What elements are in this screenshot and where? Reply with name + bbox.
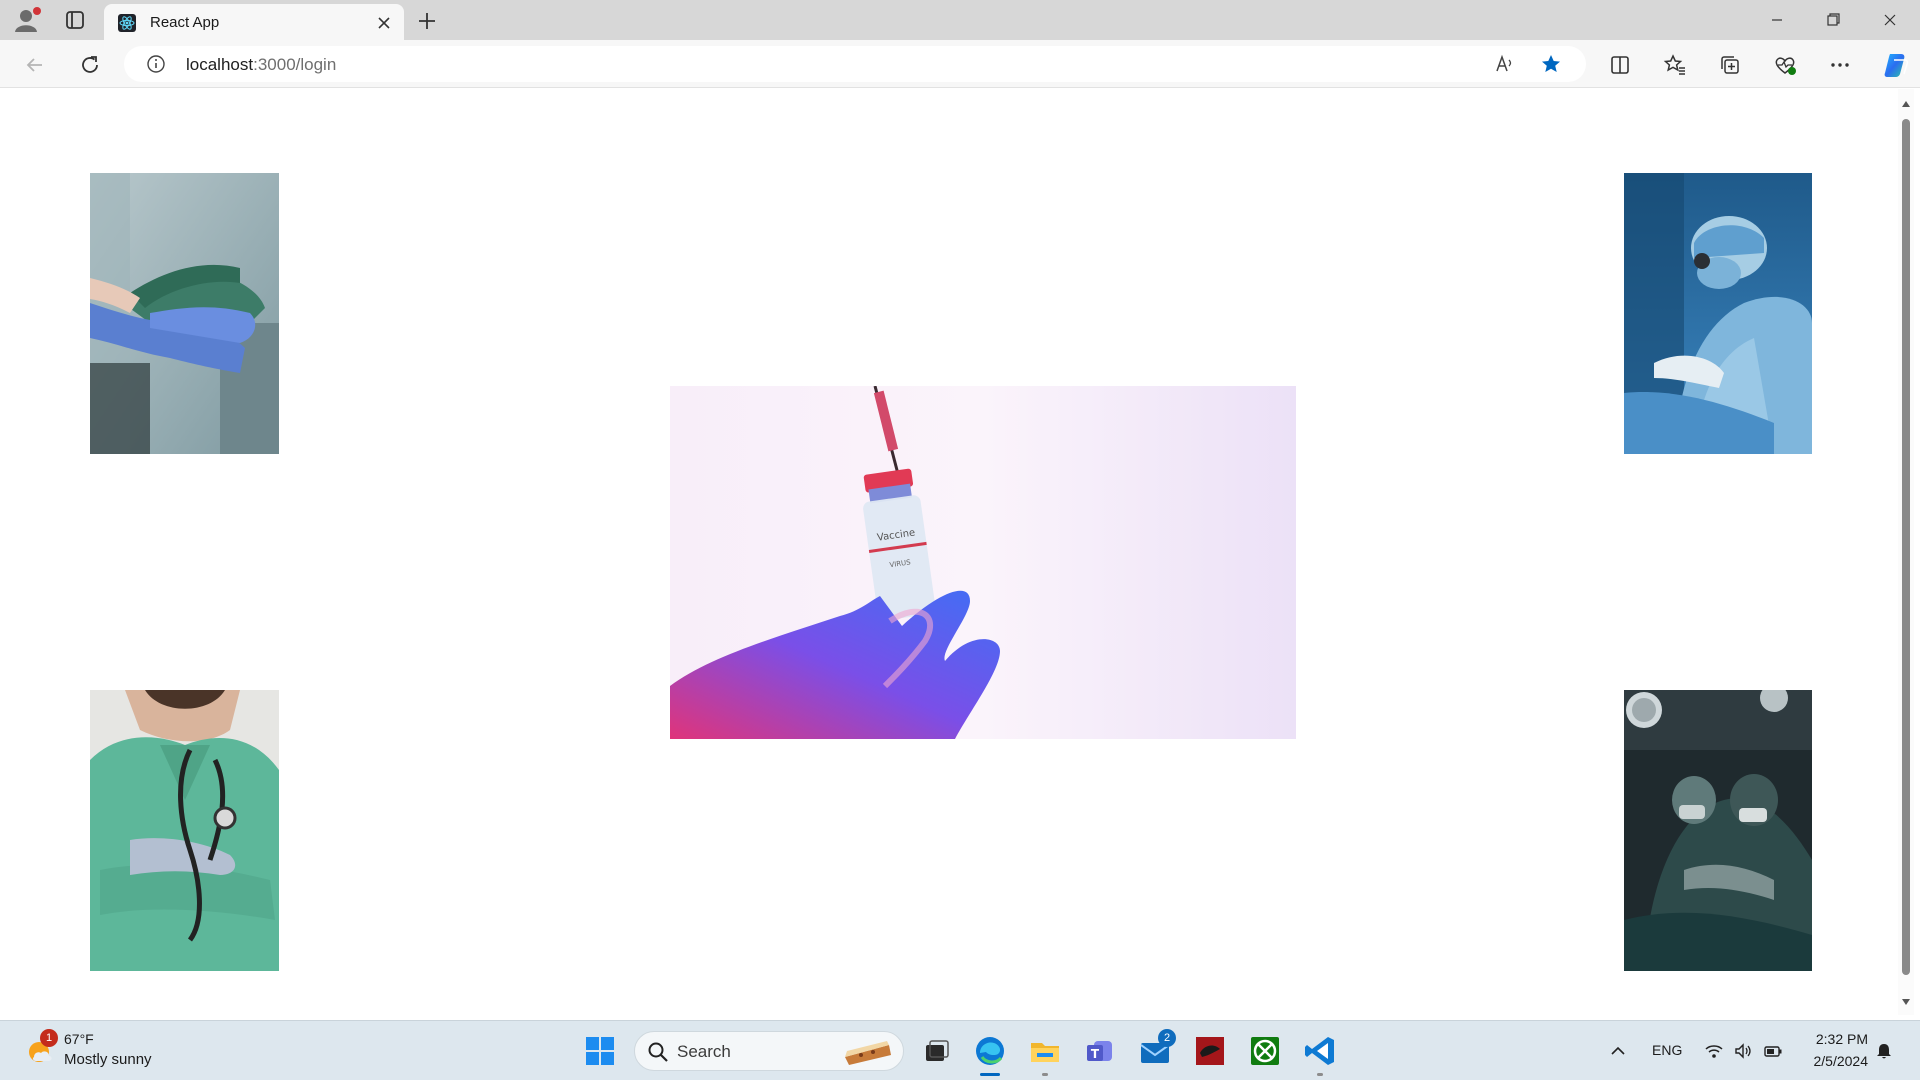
mail-badge: 2 (1158, 1029, 1176, 1047)
operating-room-photo (1624, 690, 1812, 971)
doctor-stethoscope-photo (90, 690, 279, 971)
chevron-up-icon[interactable] (1608, 1041, 1628, 1061)
tab-title: React App (150, 14, 220, 31)
close-icon[interactable] (374, 13, 394, 33)
more-icon[interactable] (1827, 52, 1853, 78)
tab-react-app[interactable]: React App (104, 4, 404, 40)
plus-icon (419, 13, 435, 29)
vscode-icon[interactable] (1302, 1033, 1338, 1069)
browser-titlebar: React App (0, 0, 1920, 40)
windows-taskbar: 1 67°F Mostly sunny Search T 2 ENG 2:32 … (0, 1020, 1920, 1080)
search-highlight-icon (841, 1037, 895, 1067)
clock-time[interactable]: 2:32 PM (1812, 1031, 1868, 1047)
scroll-thumb[interactable] (1902, 119, 1910, 975)
favorites-icon[interactable] (1662, 52, 1688, 78)
refresh-icon[interactable] (77, 52, 103, 78)
read-aloud-icon[interactable] (1494, 53, 1516, 75)
page-scrollbar[interactable] (1898, 89, 1914, 1015)
teams-icon[interactable]: T (1082, 1033, 1118, 1069)
file-explorer-icon[interactable] (1027, 1033, 1063, 1069)
split-screen-icon[interactable] (1607, 52, 1633, 78)
browser-toolbar: localhost:3000/login (0, 40, 1920, 88)
scroll-up-icon[interactable] (1900, 97, 1912, 109)
volume-icon[interactable] (1733, 1041, 1753, 1061)
edge-browser-icon[interactable] (972, 1033, 1008, 1069)
scroll-down-icon[interactable] (1900, 995, 1912, 1007)
battery-icon[interactable] (1763, 1041, 1783, 1061)
minimize-button[interactable] (1762, 8, 1792, 32)
edge-active-indicator (980, 1073, 1000, 1076)
gloved-hands-photo (90, 173, 279, 454)
new-tab-button[interactable] (414, 8, 440, 34)
back-arrow-icon[interactable] (22, 52, 48, 78)
url-host: localhost (186, 55, 254, 74)
url-text[interactable]: localhost:3000/login (186, 55, 336, 75)
search-icon (647, 1041, 669, 1063)
notification-bell-icon[interactable] (1874, 1041, 1894, 1061)
app-red-icon[interactable] (1192, 1033, 1228, 1069)
wifi-icon[interactable] (1704, 1041, 1724, 1061)
star-icon[interactable] (1540, 53, 1562, 75)
clock-date[interactable]: 2/5/2024 (1800, 1053, 1869, 1069)
weather-badge: 1 (40, 1029, 58, 1047)
react-logo-icon (118, 14, 136, 32)
weather-temperature[interactable]: 67°F (64, 1031, 94, 1047)
info-icon[interactable] (146, 54, 166, 74)
url-path: :3000/login (253, 55, 337, 74)
task-view-icon[interactable] (918, 1033, 954, 1069)
page-viewport: Vaccine VIRUS (6, 89, 1898, 1015)
restore-button[interactable] (1818, 8, 1848, 32)
xbox-icon[interactable] (1247, 1033, 1283, 1069)
close-window-button[interactable] (1875, 8, 1905, 32)
profile-icon[interactable] (12, 6, 42, 34)
language-indicator[interactable]: ENG (1652, 1042, 1682, 1058)
heart-pulse-icon[interactable] (1772, 52, 1798, 78)
surgeon-photo (1624, 173, 1812, 454)
collections-icon[interactable] (1717, 52, 1743, 78)
vaccine-vial-photo: Vaccine VIRUS (670, 386, 1296, 739)
explorer-running-indicator (1042, 1073, 1048, 1076)
svg-text:T: T (1091, 1047, 1100, 1061)
address-bar[interactable]: localhost:3000/login (124, 46, 1586, 82)
windows-start-icon[interactable] (582, 1033, 618, 1069)
taskbar-search[interactable]: Search (634, 1031, 904, 1071)
weather-description[interactable]: Mostly sunny (64, 1051, 152, 1068)
search-placeholder: Search (677, 1042, 731, 1061)
copilot-icon[interactable] (1881, 50, 1911, 80)
vertical-tabs-icon[interactable] (60, 7, 90, 33)
vscode-running-indicator (1317, 1073, 1323, 1076)
